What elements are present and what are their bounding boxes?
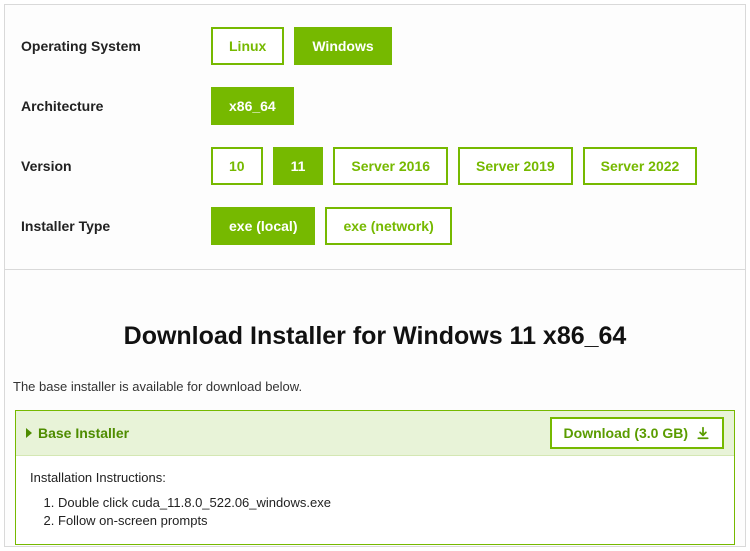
options-installer-type: exe (local) exe (network) [211,207,452,245]
options-architecture: x86_64 [211,87,294,125]
base-installer-header[interactable]: Base Installer Download (3.0 GB) [16,411,734,456]
row-operating-system: Operating System Linux Windows [21,27,735,65]
option-server-2019[interactable]: Server 2019 [458,147,573,185]
base-installer-body: Installation Instructions: Double click … [16,456,734,544]
instructions-list: Double click cuda_11.8.0_522.06_windows.… [44,495,720,528]
chevron-right-icon [26,428,32,438]
option-exe-network[interactable]: exe (network) [325,207,451,245]
base-installer-label-text: Base Installer [38,425,129,441]
label-operating-system: Operating System [21,38,211,54]
label-architecture: Architecture [21,98,211,114]
download-button-label: Download (3.0 GB) [564,425,688,441]
option-windows[interactable]: Windows [294,27,391,65]
option-10[interactable]: 10 [211,147,263,185]
label-installer-type: Installer Type [21,218,211,234]
option-x86-64[interactable]: x86_64 [211,87,294,125]
option-server-2022[interactable]: Server 2022 [583,147,698,185]
target-selectors-panel: Operating System Linux Windows Architect… [5,5,745,269]
download-button[interactable]: Download (3.0 GB) [550,417,724,449]
instruction-step: Double click cuda_11.8.0_522.06_windows.… [58,495,720,510]
instructions-title: Installation Instructions: [30,470,720,485]
options-operating-system: Linux Windows [211,27,392,65]
options-version: 10 11 Server 2016 Server 2019 Server 202… [211,147,697,185]
option-linux[interactable]: Linux [211,27,284,65]
download-title: Download Installer for Windows 11 x86_64 [9,322,741,351]
download-icon [696,426,710,440]
base-installer-panel: Base Installer Download (3.0 GB) Install… [15,410,735,545]
download-section: Download Installer for Windows 11 x86_64… [5,270,745,545]
download-subtitle: The base installer is available for down… [13,379,741,394]
row-architecture: Architecture x86_64 [21,87,735,125]
label-version: Version [21,158,211,174]
row-version: Version 10 11 Server 2016 Server 2019 Se… [21,147,735,185]
option-11[interactable]: 11 [273,147,324,185]
instruction-step: Follow on-screen prompts [58,513,720,528]
option-server-2016[interactable]: Server 2016 [333,147,448,185]
page-frame: Operating System Linux Windows Architect… [4,4,746,547]
option-exe-local[interactable]: exe (local) [211,207,315,245]
row-installer-type: Installer Type exe (local) exe (network) [21,207,735,245]
base-installer-label: Base Installer [26,425,129,441]
